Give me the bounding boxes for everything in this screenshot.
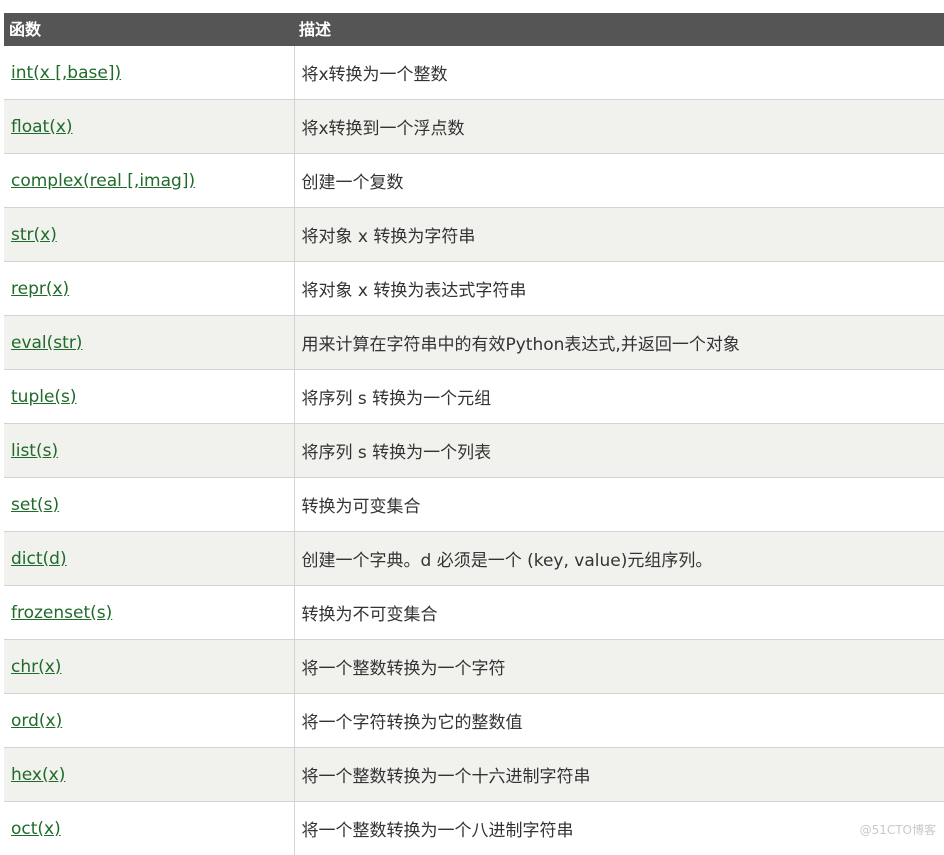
description-cell: 将一个整数转换为一个十六进制字符串 [294,748,944,802]
function-link-frozenset[interactable]: frozenset(s) [11,603,112,623]
table-row: int(x [,base]) 将x转换为一个整数 [4,46,944,100]
table-row: set(s) 转换为可变集合 [4,478,944,532]
table-row: float(x) 将x转换到一个浮点数 [4,100,944,154]
table-row: eval(str) 用来计算在字符串中的有效Python表达式,并返回一个对象 [4,316,944,370]
function-cell: dict(d) [4,532,294,586]
table-header-row: 函数 描述 [4,13,944,46]
table-row: hex(x) 将一个整数转换为一个十六进制字符串 [4,748,944,802]
function-cell: str(x) [4,208,294,262]
description-cell: 用来计算在字符串中的有效Python表达式,并返回一个对象 [294,316,944,370]
description-cell: 将一个整数转换为一个字符 [294,640,944,694]
table-row: repr(x) 将对象 x 转换为表达式字符串 [4,262,944,316]
function-link-hex[interactable]: hex(x) [11,765,65,785]
function-link-int[interactable]: int(x [,base]) [11,63,121,83]
function-cell: complex(real [,imag]) [4,154,294,208]
function-cell: hex(x) [4,748,294,802]
watermark: @51CTO博客 [860,821,936,838]
table-row: dict(d) 创建一个字典。d 必须是一个 (key, value)元组序列。 [4,532,944,586]
header-description: 描述 [294,13,944,46]
function-cell: tuple(s) [4,370,294,424]
description-cell: 将对象 x 转换为字符串 [294,208,944,262]
function-link-oct[interactable]: oct(x) [11,819,61,839]
function-cell: float(x) [4,100,294,154]
function-cell: chr(x) [4,640,294,694]
table-row: str(x) 将对象 x 转换为字符串 [4,208,944,262]
function-link-eval[interactable]: eval(str) [11,333,82,353]
description-cell: 创建一个字典。d 必须是一个 (key, value)元组序列。 [294,532,944,586]
function-cell: set(s) [4,478,294,532]
function-link-repr[interactable]: repr(x) [11,279,69,299]
table-row: chr(x) 将一个整数转换为一个字符 [4,640,944,694]
function-cell: list(s) [4,424,294,478]
table-row: ord(x) 将一个字符转换为它的整数值 [4,694,944,748]
function-link-dict[interactable]: dict(d) [11,549,67,569]
function-link-complex[interactable]: complex(real [,imag]) [11,171,195,191]
description-cell: 转换为可变集合 [294,478,944,532]
description-cell: 将对象 x 转换为表达式字符串 [294,262,944,316]
table-row: frozenset(s) 转换为不可变集合 [4,586,944,640]
function-link-str[interactable]: str(x) [11,225,57,245]
function-link-float[interactable]: float(x) [11,117,73,137]
description-cell: 将x转换到一个浮点数 [294,100,944,154]
table-row: complex(real [,imag]) 创建一个复数 [4,154,944,208]
table-row: tuple(s) 将序列 s 转换为一个元组 [4,370,944,424]
table-row: list(s) 将序列 s 转换为一个列表 [4,424,944,478]
conversion-functions-table: 函数 描述 int(x [,base]) 将x转换为一个整数 float(x) … [4,13,944,855]
description-cell: 将一个字符转换为它的整数值 [294,694,944,748]
function-cell: ord(x) [4,694,294,748]
function-link-set[interactable]: set(s) [11,495,59,515]
description-cell: 创建一个复数 [294,154,944,208]
function-link-list[interactable]: list(s) [11,441,58,461]
function-link-ord[interactable]: ord(x) [11,711,62,731]
function-cell: frozenset(s) [4,586,294,640]
function-cell: repr(x) [4,262,294,316]
header-function: 函数 [4,13,294,46]
function-cell: int(x [,base]) [4,46,294,100]
function-table-container: 函数 描述 int(x [,base]) 将x转换为一个整数 float(x) … [4,13,944,855]
description-cell: 将x转换为一个整数 [294,46,944,100]
description-cell: 将序列 s 转换为一个列表 [294,424,944,478]
description-cell: 转换为不可变集合 [294,586,944,640]
function-link-tuple[interactable]: tuple(s) [11,387,77,407]
function-cell: eval(str) [4,316,294,370]
function-link-chr[interactable]: chr(x) [11,657,61,677]
description-cell: 将序列 s 转换为一个元组 [294,370,944,424]
